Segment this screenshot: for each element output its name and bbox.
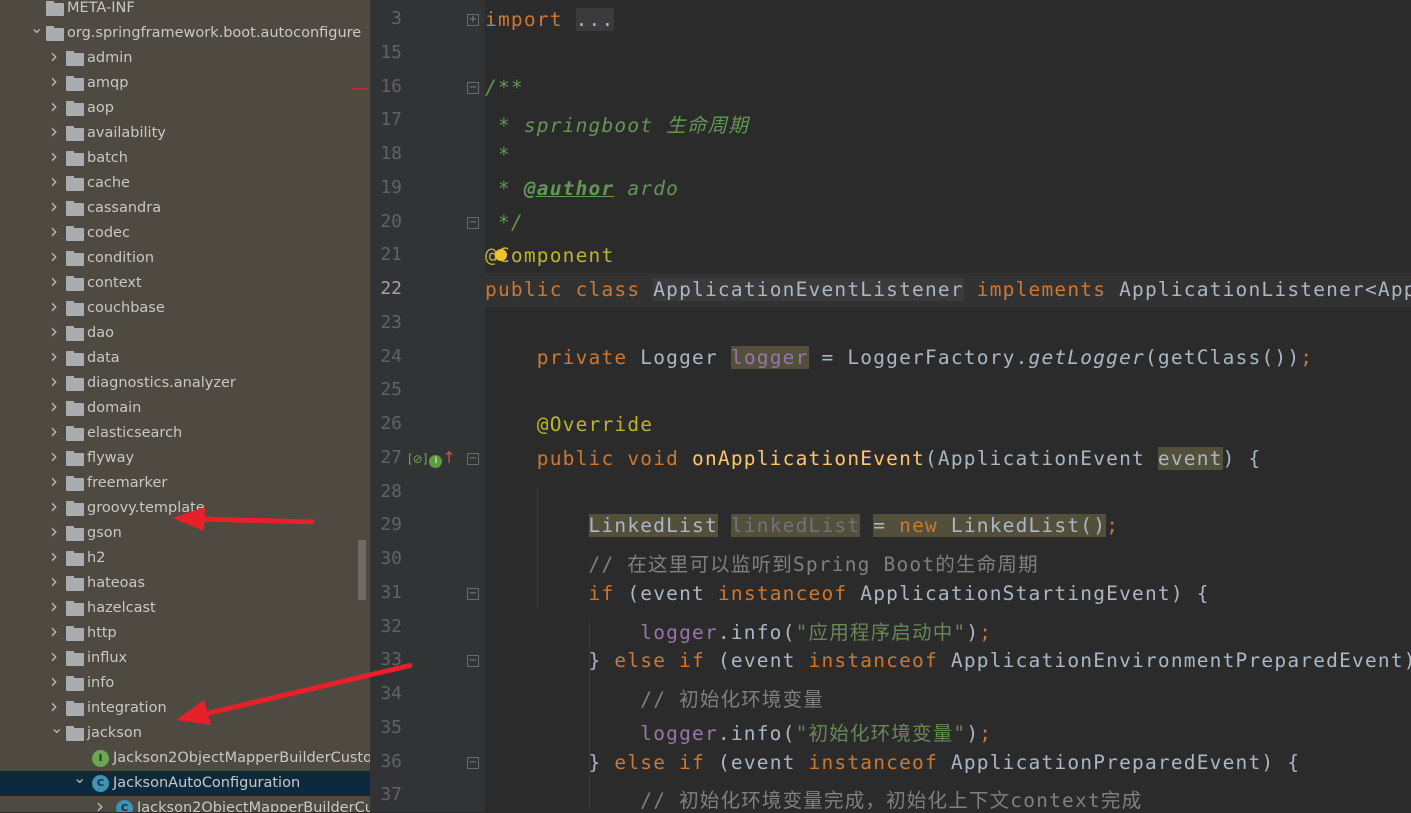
red-arrow-gson (172, 507, 315, 531)
red-arrow-jackson (176, 662, 413, 725)
annotation-arrows (172, 88, 413, 725)
